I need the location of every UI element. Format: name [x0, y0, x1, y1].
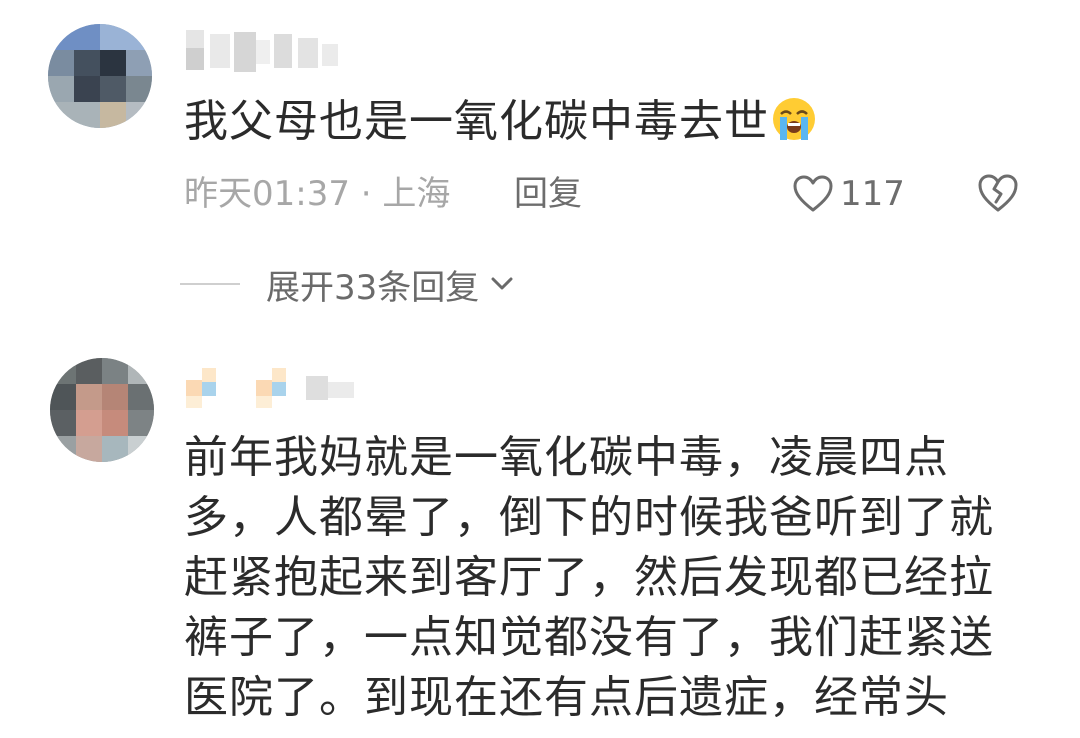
- avatar[interactable]: [50, 358, 154, 462]
- broken-heart-icon: [978, 174, 1018, 212]
- time-location: 昨天01:37 · 上海: [184, 174, 451, 214]
- avatar[interactable]: [48, 24, 152, 128]
- comment-meta: 昨天01:37 · 上海 回复 117: [184, 168, 1044, 220]
- comment-text-content: 我父母也是一氧化碳中毒去世: [184, 96, 769, 147]
- comment-item: 我父母也是一氧化碳中毒去世 昨天01:37 · 上海 回复 117 展开33条回…: [0, 0, 1080, 330]
- expand-replies-label: 展开33条回复: [266, 267, 480, 308]
- comment-item: 前年我妈就是一氧化碳中毒，凌晨四点多，人都晕了，倒下的时候我爸听到了就赶紧抱起来…: [0, 330, 1080, 738]
- loudly-crying-face-icon: [773, 98, 815, 140]
- comment-text: 前年我妈就是一氧化碳中毒，凌晨四点多，人都晕了，倒下的时候我爸听到了就赶紧抱起来…: [184, 432, 994, 723]
- chevron-down-icon: [491, 277, 513, 290]
- dislike-button[interactable]: [976, 172, 1020, 229]
- comment-text: 我父母也是一氧化碳中毒去世: [184, 92, 817, 152]
- divider-line: [180, 283, 240, 285]
- like-button[interactable]: 117: [792, 168, 905, 220]
- expand-replies-button[interactable]: 展开33条回复: [180, 258, 517, 310]
- username[interactable]: [186, 30, 346, 80]
- username[interactable]: [186, 360, 366, 414]
- reply-button[interactable]: 回复: [514, 168, 582, 220]
- like-count: 117: [840, 174, 905, 214]
- heart-outline-icon: [793, 175, 833, 212]
